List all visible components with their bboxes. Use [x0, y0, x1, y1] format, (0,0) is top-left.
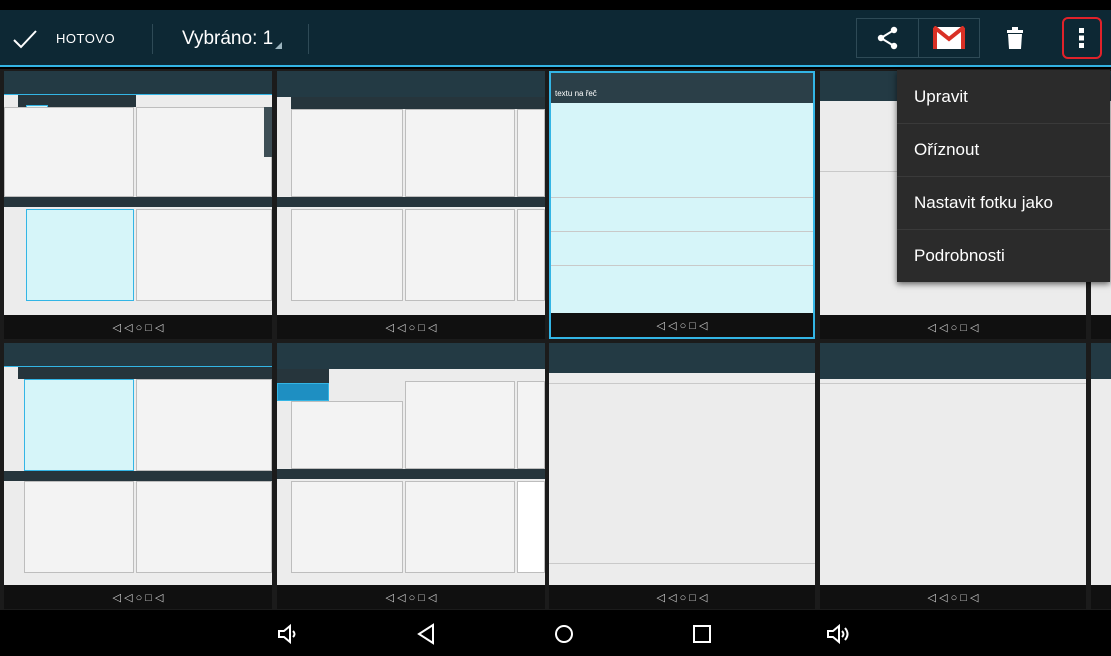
- thumbnail-detail: [551, 197, 813, 198]
- photo-thumbnail-selected[interactable]: textu na řeč ◁ ◁ ○ □ ◁: [549, 71, 815, 339]
- photo-thumbnail[interactable]: ◁ ◁ ○ □ ◁: [4, 71, 272, 339]
- thumbnail-header: [549, 343, 815, 373]
- volume-down-icon: [278, 623, 296, 645]
- thumbnail-detail: [549, 383, 815, 384]
- thumbnail-detail: [405, 209, 515, 301]
- gmail-icon: [933, 26, 965, 49]
- selection-count-label: Vybráno: 1: [182, 27, 274, 49]
- photo-thumbnail[interactable]: ◁ ◁ ○ □ ◁: [277, 343, 545, 609]
- thumbnail-detail: [24, 481, 134, 573]
- trash-icon: [1007, 27, 1023, 49]
- done-label: HOTOVO: [56, 31, 116, 46]
- recents-icon: [693, 625, 711, 643]
- thumbnail-detail: [136, 209, 272, 301]
- thumbnail-detail: [4, 197, 272, 207]
- thumbnail-detail: [820, 383, 1086, 384]
- thumbnail-detail: [26, 209, 134, 301]
- thumbnail-caption: textu na řeč: [555, 89, 597, 98]
- thumbnail-detail: [291, 109, 403, 197]
- volume-down-button[interactable]: [272, 618, 304, 650]
- thumbnail-detail: [549, 563, 815, 564]
- thumbnail-detail: [291, 97, 545, 109]
- thumbnail-nav: ◁ ◁ ○ □ ◁: [4, 315, 272, 339]
- photo-thumbnail[interactable]: ◁ ◁ ○ □ ◁: [277, 71, 545, 339]
- thumbnail-detail: [291, 481, 403, 573]
- thumbnail-detail: [551, 231, 813, 232]
- thumbnail-header: [551, 73, 813, 103]
- overflow-menu-icon: [1079, 28, 1084, 48]
- thumbnail-nav: ◁ ◁ ○ □ ◁: [820, 585, 1086, 609]
- share-icon: [877, 26, 897, 50]
- selection-count-dropdown[interactable]: Vybráno: 1: [182, 10, 283, 67]
- photo-thumbnail[interactable]: ◁ ◁ ○ □ ◁: [4, 343, 272, 609]
- thumbnail-detail: [405, 109, 515, 197]
- action-bar: HOTOVO Vybráno: 1: [0, 10, 1111, 67]
- thumbnail-detail: [136, 107, 272, 197]
- photo-thumbnail[interactable]: [1091, 343, 1111, 609]
- thumbnail-detail: [277, 197, 545, 207]
- thumbnail-header: [277, 343, 545, 369]
- thumbnail-detail: [405, 381, 515, 469]
- thumbnail-detail: [136, 481, 272, 573]
- thumbnail-detail: [24, 379, 134, 471]
- thumbnail-detail: [18, 367, 272, 379]
- recents-button[interactable]: [686, 618, 718, 650]
- delete-button[interactable]: [990, 18, 1040, 58]
- thumbnail-detail: [277, 469, 545, 479]
- thumbnail-detail: [551, 265, 813, 266]
- check-icon: [13, 29, 37, 48]
- dropdown-corner-icon: [275, 42, 283, 49]
- overflow-menu-button[interactable]: [1062, 17, 1102, 59]
- menu-item-set-photo-as[interactable]: Nastavit fotku jako: [897, 176, 1110, 229]
- thumbnail-header: [820, 343, 1086, 379]
- volume-up-icon: [827, 623, 849, 645]
- action-bar-divider: [152, 24, 153, 54]
- thumbnail-detail: [405, 481, 515, 573]
- thumbnail-header: [4, 343, 272, 367]
- menu-item-edit[interactable]: Upravit: [897, 70, 1110, 123]
- back-icon: [417, 623, 434, 645]
- thumbnail-detail: [277, 383, 329, 401]
- system-nav-bar: [0, 610, 1111, 656]
- thumbnail-nav: ◁ ◁ ○ □ ◁: [820, 315, 1086, 339]
- volume-up-button[interactable]: [822, 618, 854, 650]
- menu-item-crop[interactable]: Oříznout: [897, 123, 1110, 176]
- back-button[interactable]: [410, 618, 442, 650]
- thumbnail-detail: [517, 381, 545, 469]
- menu-item-details[interactable]: Podrobnosti: [897, 229, 1110, 282]
- thumbnail-nav: ◁ ◁ ○ □ ◁: [549, 585, 815, 609]
- thumbnail-detail: [4, 471, 272, 481]
- photo-thumbnail[interactable]: ◁ ◁ ○ □ ◁: [549, 343, 815, 609]
- thumbnail-detail: [517, 109, 545, 197]
- thumbnail-detail: [291, 401, 403, 469]
- screen: HOTOVO Vybráno: 1 ◁ ◁ ○ □ ◁ ◁ ◁ ○ □ ◁ te…: [0, 0, 1111, 656]
- thumbnail-header: [1091, 343, 1111, 379]
- gmail-button[interactable]: [918, 18, 980, 58]
- thumbnail-header: [4, 71, 272, 95]
- share-button[interactable]: [856, 18, 918, 58]
- thumbnail-nav: [1091, 315, 1111, 339]
- done-button[interactable]: HOTOVO: [12, 10, 115, 67]
- thumbnail-header: [277, 71, 545, 97]
- thumbnail-nav: ◁ ◁ ○ □ ◁: [277, 585, 545, 609]
- action-bar-divider: [308, 24, 309, 54]
- overflow-menu: Upravit Oříznout Nastavit fotku jako Pod…: [897, 70, 1110, 282]
- home-icon: [555, 625, 573, 643]
- thumbnail-nav: [1091, 585, 1111, 609]
- thumbnail-nav: ◁ ◁ ○ □ ◁: [4, 585, 272, 609]
- thumbnail-detail: [277, 369, 329, 383]
- home-button[interactable]: [548, 618, 580, 650]
- thumbnail-detail: [136, 379, 272, 471]
- thumbnail-detail: [4, 107, 134, 197]
- thumbnail-nav: ◁ ◁ ○ □ ◁: [551, 313, 813, 337]
- thumbnail-nav: ◁ ◁ ○ □ ◁: [277, 315, 545, 339]
- thumbnail-detail: [291, 209, 403, 301]
- photo-thumbnail[interactable]: ◁ ◁ ○ □ ◁: [820, 343, 1086, 609]
- thumbnail-detail: [517, 481, 545, 573]
- thumbnail-detail: [264, 107, 272, 157]
- thumbnail-detail: [517, 209, 545, 301]
